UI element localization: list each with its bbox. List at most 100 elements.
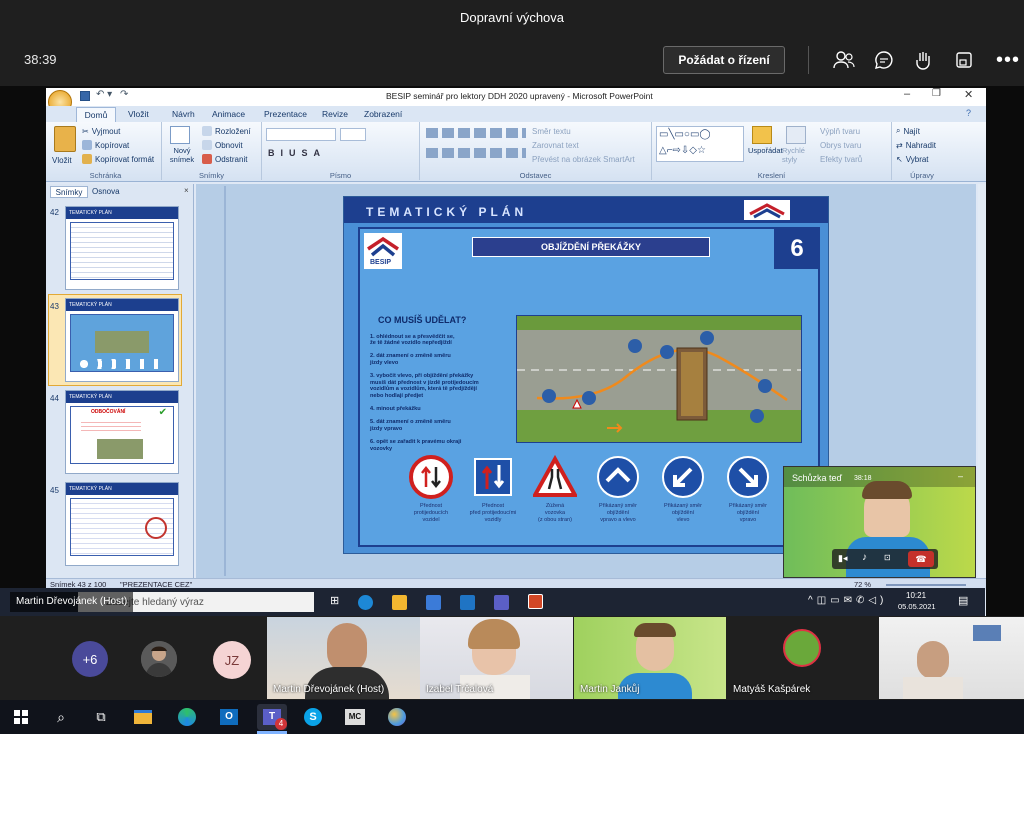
participant-tile[interactable]: Izabel Trčalová bbox=[420, 617, 573, 699]
chat-icon[interactable] bbox=[866, 42, 902, 78]
tab-insert[interactable]: Vložit bbox=[128, 109, 149, 119]
outlook-icon[interactable]: O bbox=[216, 704, 242, 730]
smartart-button[interactable]: Převést na obrázek SmartArt bbox=[532, 152, 635, 166]
slide-thumbnail-43[interactable]: TEMATICKÝ PLÁN bbox=[65, 298, 179, 382]
tab-view[interactable]: Zobrazení bbox=[364, 109, 402, 119]
participant-tile[interactable]: Martin Dřevojánek (Host) bbox=[267, 617, 420, 699]
align-text-button[interactable]: Zarovnat text bbox=[532, 138, 579, 152]
list-buttons[interactable] bbox=[426, 128, 526, 138]
vertical-scrollbar[interactable] bbox=[978, 184, 986, 578]
mc-app-icon[interactable]: MC bbox=[342, 704, 368, 730]
teams-icon[interactable] bbox=[494, 595, 509, 610]
thumb-title: TEMATICKÝ PLÁN bbox=[66, 483, 178, 495]
replace-button[interactable]: ⇄ Nahradit bbox=[896, 138, 936, 152]
zoom-slider[interactable] bbox=[886, 584, 966, 586]
select-button[interactable]: ↖ Vybrat bbox=[896, 152, 929, 166]
cut-button[interactable]: ✂ Vyjmout bbox=[82, 124, 120, 138]
mail-icon[interactable] bbox=[460, 595, 475, 610]
thumb-body bbox=[70, 314, 174, 372]
thumb-road bbox=[95, 331, 149, 353]
request-control-button[interactable]: Požádat o řízení bbox=[663, 46, 785, 74]
format-painter-button[interactable]: Kopírovat formát bbox=[82, 152, 154, 166]
tab-slides[interactable]: Snímky bbox=[50, 186, 88, 198]
more-options-icon[interactable]: ••• bbox=[990, 42, 1024, 78]
minimize-icon[interactable]: – bbox=[904, 88, 910, 100]
tab-home[interactable]: Domů bbox=[76, 107, 116, 122]
task-view-icon[interactable]: ⧉ bbox=[88, 704, 114, 730]
microphone-icon[interactable]: ♪ bbox=[862, 552, 867, 563]
tray-icons[interactable]: ^◫▭✉✆◁) bbox=[808, 595, 887, 606]
share-icon[interactable]: ⊡ bbox=[884, 553, 891, 562]
edge-icon[interactable] bbox=[358, 595, 373, 610]
delete-slide-button[interactable]: Odstranit bbox=[202, 152, 247, 166]
slide-thumbnail-42[interactable]: TEMATICKÝ PLÁN bbox=[65, 206, 179, 290]
file-explorer-icon[interactable] bbox=[130, 704, 156, 730]
reactions-icon[interactable] bbox=[906, 42, 942, 78]
save-icon[interactable] bbox=[80, 91, 90, 101]
initials-avatar[interactable]: JZ bbox=[213, 641, 251, 679]
windows-start-icon[interactable] bbox=[8, 704, 34, 730]
shapes-gallery[interactable]: ▭╲▭○▭◯ △⌐⇨⇩◇☆ bbox=[656, 126, 744, 162]
restore-icon[interactable]: ❐ bbox=[932, 88, 941, 99]
paste-label[interactable]: Vložit bbox=[52, 156, 72, 165]
help-icon[interactable]: ? bbox=[966, 108, 971, 118]
participants-icon[interactable] bbox=[826, 42, 862, 78]
meet-now-window[interactable]: Schůzka teď 38:18 – ▮◂ ♪ ⊡ ☎ bbox=[783, 466, 976, 578]
panel-close-icon[interactable]: × bbox=[184, 186, 189, 195]
shape-effects-button[interactable]: Efekty tvarů bbox=[820, 152, 862, 166]
editing-group: ⌕ Najít ⇄ Nahradit ↖ Vybrat Úpravy bbox=[892, 122, 952, 180]
tab-animations[interactable]: Animace bbox=[212, 109, 245, 119]
tab-outline[interactable]: Osnova bbox=[92, 187, 120, 196]
arrange-label[interactable]: Uspořádat bbox=[748, 146, 783, 155]
undo-icon[interactable]: ↶ ▾ bbox=[96, 89, 112, 100]
paint-icon[interactable] bbox=[384, 704, 410, 730]
tab-review[interactable]: Revize bbox=[322, 109, 348, 119]
camera-icon[interactable]: ▮◂ bbox=[838, 553, 847, 564]
font-size-select[interactable] bbox=[340, 128, 366, 141]
find-button[interactable]: ⌕ Najít bbox=[896, 124, 920, 138]
search-icon[interactable]: ⌕ bbox=[48, 704, 74, 730]
participant-tile[interactable] bbox=[879, 617, 1024, 699]
font-family-select[interactable] bbox=[266, 128, 336, 141]
skype-icon[interactable]: S bbox=[300, 704, 326, 730]
layout-button[interactable]: Rozložení bbox=[202, 124, 251, 138]
besip-logo: BESIP bbox=[364, 233, 402, 269]
edge-icon[interactable] bbox=[174, 704, 200, 730]
arrange-icon[interactable] bbox=[752, 126, 772, 144]
meet-now-close-icon[interactable]: – bbox=[958, 471, 963, 481]
panel-splitter[interactable] bbox=[224, 186, 226, 576]
avatar[interactable] bbox=[141, 641, 177, 677]
powerpoint-icon[interactable] bbox=[528, 594, 543, 609]
layout-label: Rozložení bbox=[215, 126, 251, 136]
slide-thumbnail-45[interactable]: TEMATICKÝ PLÁN bbox=[65, 482, 179, 566]
close-icon[interactable]: ✕ bbox=[964, 88, 973, 101]
slide-thumbnail-44[interactable]: TEMATICKÝ PLÁN ODBOČOVÁNÍ ✔ bbox=[65, 390, 179, 474]
copy-button[interactable]: Kopírovat bbox=[82, 138, 129, 152]
participant-tile[interactable]: Martin Jankůj bbox=[574, 617, 726, 699]
thumb-bike-image bbox=[145, 517, 167, 539]
teams-icon[interactable]: T 4 bbox=[257, 704, 287, 730]
text-direction-button[interactable]: Směr textu bbox=[532, 124, 571, 138]
notifications-icon[interactable]: ▤ bbox=[958, 594, 968, 607]
file-explorer-icon[interactable] bbox=[392, 595, 407, 610]
participant-tile[interactable]: Matyáš Kašpárek bbox=[727, 617, 878, 699]
shape-fill-button[interactable]: Výplň tvaru bbox=[820, 124, 860, 138]
new-slide-icon[interactable] bbox=[170, 126, 190, 144]
reset-button[interactable]: Obnovit bbox=[202, 138, 243, 152]
shape-outline-button[interactable]: Obrys tvaru bbox=[820, 138, 861, 152]
overflow-participants[interactable]: +6 bbox=[72, 641, 108, 677]
tab-design[interactable]: Návrh bbox=[172, 109, 195, 119]
redo-icon[interactable]: ↷ bbox=[120, 89, 128, 100]
align-buttons[interactable] bbox=[426, 148, 526, 158]
paste-icon[interactable] bbox=[54, 126, 76, 152]
task-view-icon[interactable]: ⊞ bbox=[330, 594, 339, 607]
tab-slideshow[interactable]: Prezentace bbox=[264, 109, 307, 119]
hang-up-button[interactable]: ☎ bbox=[908, 551, 934, 567]
quick-styles-icon[interactable] bbox=[786, 126, 806, 144]
font-format-buttons[interactable]: BIUSA bbox=[268, 148, 326, 158]
new-slide-label[interactable]: Nový snímek bbox=[164, 146, 200, 164]
rooms-icon[interactable] bbox=[946, 42, 982, 78]
quick-styles-label[interactable]: Rychlé styly bbox=[782, 146, 812, 164]
store-icon[interactable] bbox=[426, 595, 441, 610]
drawing-group: ▭╲▭○▭◯ △⌐⇨⇩◇☆ Uspořádat Rychlé styly Výpl… bbox=[652, 122, 892, 180]
